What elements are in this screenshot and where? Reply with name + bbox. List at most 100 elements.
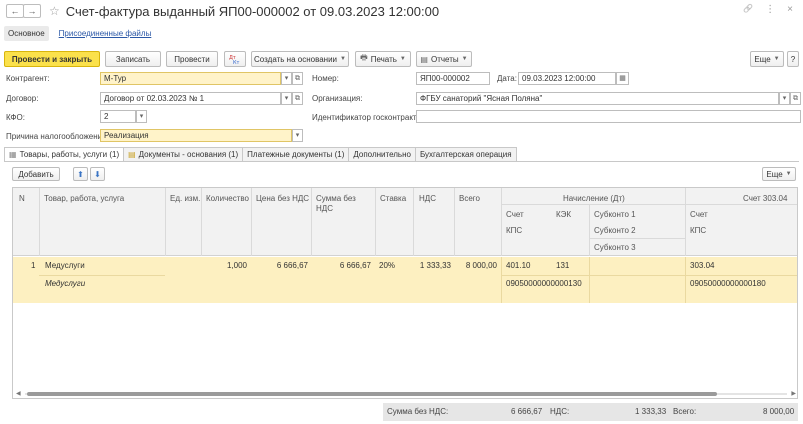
cell-total[interactable]: 8 000,00 [454,261,497,270]
cell-price[interactable]: 6 666,67 [251,261,308,270]
cell-schet[interactable]: 401.10 [506,261,530,270]
svg-text:Кт: Кт [233,60,240,64]
dogovor-open-button[interactable]: ⧉ [292,92,303,105]
prichina-field[interactable]: Реализация [100,129,292,142]
prichina-dropdown-button[interactable]: ▾ [292,129,303,142]
favorite-star-icon[interactable]: ☆ [49,4,60,18]
nomer-field[interactable]: ЯП00-000002 [416,72,490,85]
arrow-down-icon: ⬇ [94,169,101,179]
add-row-button[interactable]: Добавить [12,167,60,181]
row-divider [501,257,502,303]
tab-main[interactable]: Основное [4,25,49,41]
print-button[interactable]: 🖶 Печать ▼ [355,51,411,67]
cell-qty[interactable]: 1,000 [201,261,247,270]
command-bar: Провести и закрыть Записать Провести Дт К… [4,51,799,67]
tab-payment-documents[interactable]: Платежные документы (1) [242,147,350,161]
org-open-button[interactable]: ⧉ [790,92,801,105]
kontragent-open-button[interactable]: ⧉ [292,72,303,85]
horizontal-scrollbar[interactable]: ◀ ▶ [13,390,797,398]
kontragent-field[interactable]: М-Тур [100,72,281,85]
cell-item-sub[interactable]: Медуслуги [45,279,85,288]
table-row[interactable]: 1 Медуслуги Медуслуги 1,000 6 666,67 6 6… [13,257,797,303]
cell-item[interactable]: Медуслуги [45,261,85,270]
org-dropdown-button[interactable]: ▾ [779,92,790,105]
col-rate[interactable]: Ставка [380,194,406,204]
col-item[interactable]: Товар, работа, услуга [44,194,124,204]
tab-additional-label: Дополнительно [353,150,411,159]
dogovor-dropdown-button[interactable]: ▾ [281,92,292,105]
scroll-left-icon[interactable]: ◀ [16,390,21,397]
arrow-up-icon: ⬆ [77,169,84,179]
move-down-button[interactable]: ⬇ [90,167,105,181]
post-and-close-button[interactable]: Провести и закрыть [4,51,100,67]
forward-button[interactable]: → [23,4,41,18]
col-n[interactable]: N [19,194,25,204]
col-qty[interactable]: Количество [206,194,249,204]
kfo-field[interactable]: 2 [100,110,136,123]
row-divider [39,275,165,276]
row-divider [685,257,686,303]
organization-field[interactable]: ФГБУ санаторий "Ясная Поляна" [416,92,779,105]
cell-vat[interactable]: 1 333,33 [413,261,451,270]
tab-payment-documents-label: Платежные документы (1) [247,150,345,159]
col-kek[interactable]: КЭК [556,210,571,220]
col-sum[interactable]: Сумма без НДС [316,194,364,214]
reports-button[interactable]: ▤ Отчеты ▼ [416,51,472,67]
col-subkonto3[interactable]: Субконто 3 [594,243,636,253]
header-divider [375,188,376,256]
col-credit-schet[interactable]: Счет [690,210,708,220]
kfo-dropdown-button[interactable]: ▾ [136,110,147,123]
total-vat-value: 1 333,33 [635,407,667,416]
scroll-right-icon[interactable]: ▶ [791,390,796,397]
chevron-down-icon: ▾ [782,95,787,102]
date-field[interactable]: 09.03.2023 12:00:00 [518,72,616,85]
cell-credit-kps[interactable]: 09050000000000180 [690,279,766,288]
header-divider [501,188,502,256]
col-credit-kps[interactable]: КПС [690,226,706,236]
cell-rate[interactable]: 20% [379,261,395,270]
help-button[interactable]: ? [787,51,799,67]
cell-kek[interactable]: 131 [556,261,569,270]
chevron-down-icon: ▼ [773,56,780,62]
col-credit-group[interactable]: Счет 303.04 [743,194,787,204]
table-more-button[interactable]: Еще ▼ [762,167,796,181]
goods-table[interactable]: N Товар, работа, услуга Ед. изм. Количес… [12,187,798,399]
cell-credit-schet[interactable]: 303.04 [690,261,714,270]
cell-sum[interactable]: 6 666,67 [311,261,371,270]
kontragent-dropdown-button[interactable]: ▾ [281,72,292,85]
col-accrual-group[interactable]: Начисление (Дт) [563,194,625,204]
back-button[interactable]: ← [6,4,24,18]
dt-kt-button[interactable]: Дт Кт [224,51,246,67]
create-based-on-button[interactable]: Создать на основании ▼ [251,51,349,67]
col-subkonto1[interactable]: Субконто 1 [594,210,636,220]
col-kps[interactable]: КПС [506,226,522,236]
col-total[interactable]: Всего [459,194,480,204]
tab-additional[interactable]: Дополнительно [348,147,416,161]
save-button[interactable]: Записать [105,51,161,67]
forward-icon: → [27,6,37,16]
total-vat-label: НДС: [550,407,570,416]
col-schet[interactable]: Счет [506,210,524,220]
chevron-down-icon: ▼ [461,56,468,62]
more-button[interactable]: Еще ▼ [750,51,784,67]
cell-kps[interactable]: 09050000000000130 [506,279,582,288]
col-vat[interactable]: НДС [419,194,436,204]
header-divider [165,188,166,256]
link-icon[interactable]: 🔗 [743,4,753,15]
col-price[interactable]: Цена без НДС [256,194,309,204]
scroll-thumb[interactable] [27,392,717,396]
calendar-button[interactable]: ▦ [616,72,629,85]
tab-attached-files[interactable]: Присоединенные файлы [55,26,156,41]
more-icon[interactable]: ⋮ [765,4,775,15]
close-icon[interactable]: × [787,4,793,15]
tab-goods-services[interactable]: ▦ Товары, работы, услуги (1) [4,147,125,161]
col-subkonto2[interactable]: Субконто 2 [594,226,636,236]
tab-accounting-operation[interactable]: Бухгалтерская операция [414,147,517,161]
col-unit[interactable]: Ед. изм. [170,194,200,204]
tab-base-documents[interactable]: ▤ Документы - основания (1) [123,147,244,161]
move-up-button[interactable]: ⬆ [73,167,88,181]
prichina-label: Причина налогообложения: [6,132,109,141]
dogovor-field[interactable]: Договор от 02.03.2023 № 1 [100,92,281,105]
post-button[interactable]: Провести [166,51,218,67]
goskontrakt-field[interactable] [416,110,801,123]
